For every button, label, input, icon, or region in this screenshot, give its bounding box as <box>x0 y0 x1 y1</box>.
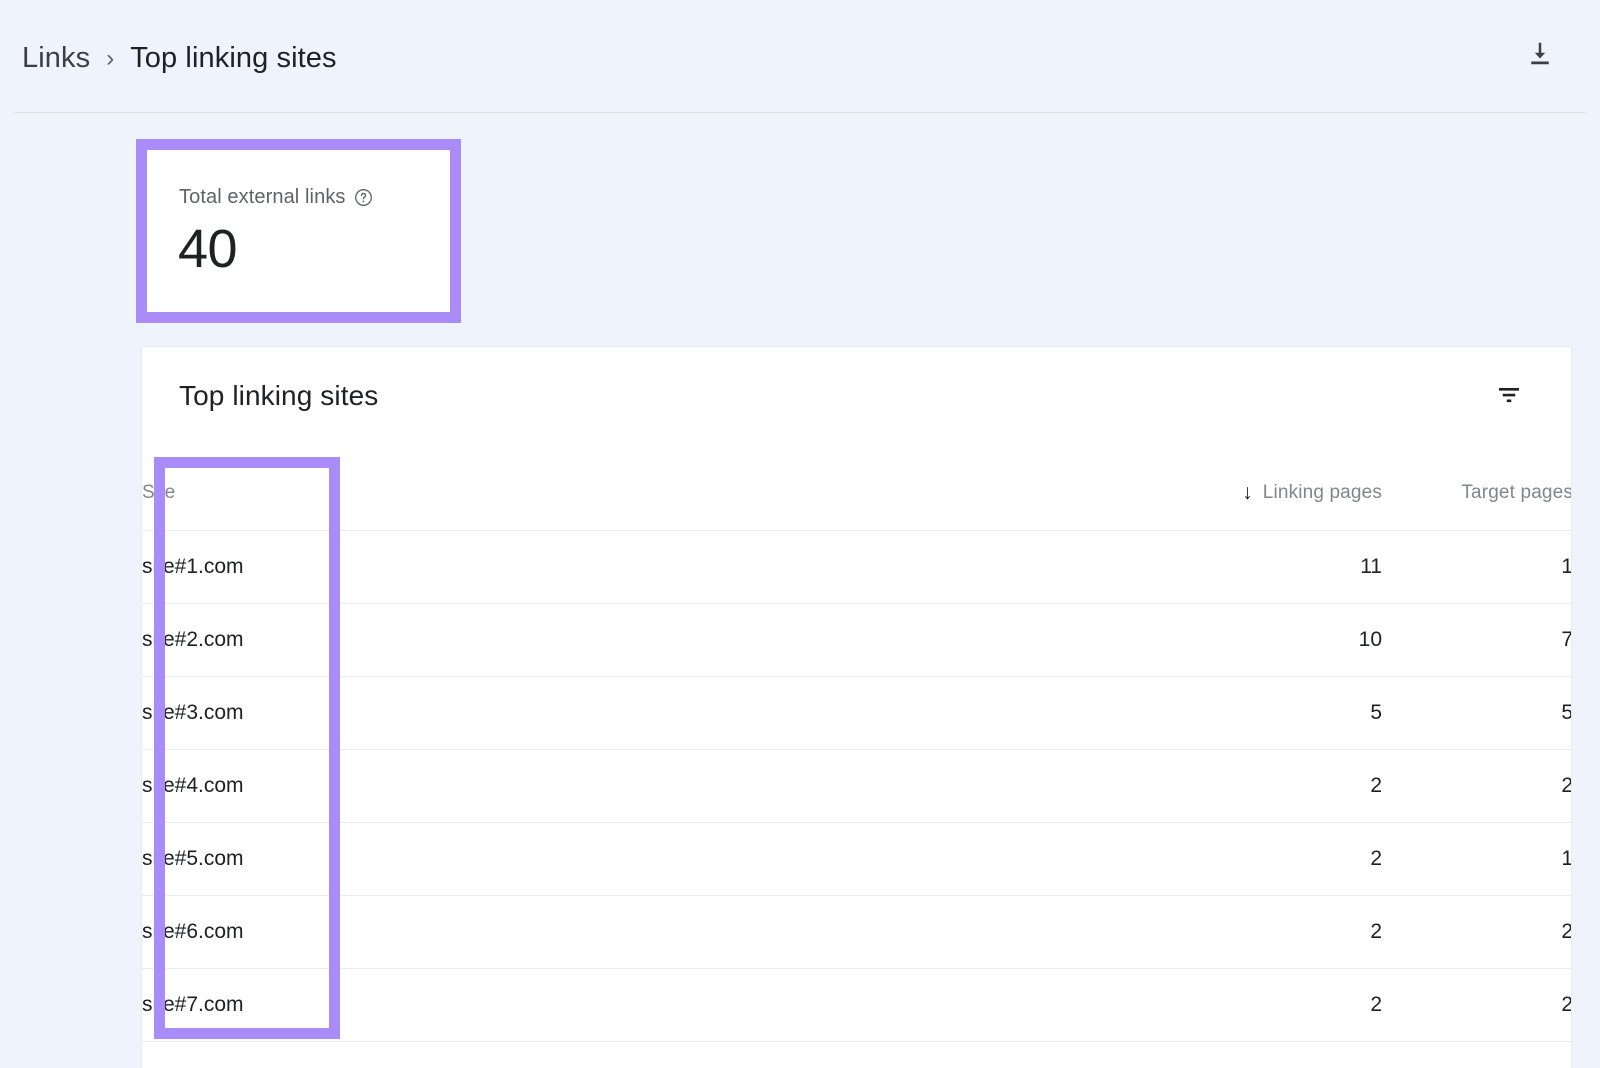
cell-linking-pages: 2 <box>1152 895 1382 968</box>
cell-site[interactable]: site#7.com <box>142 968 1152 1041</box>
cell-site[interactable]: site#6.com <box>142 895 1152 968</box>
cell-linking-pages: 2 <box>1152 749 1382 822</box>
cell-linking-pages: 2 <box>1152 968 1382 1041</box>
column-header-linking-pages-label: Linking pages <box>1263 482 1382 504</box>
sort-descending-icon: ↓ <box>1242 482 1253 503</box>
cell-site[interactable]: site#4.com <box>142 749 1152 822</box>
cell-target-pages: 1 <box>1382 822 1572 895</box>
cell-linking-pages: 2 <box>1152 822 1382 895</box>
top-linking-sites-table: Site ↓ Linking pages Target pages site#1… <box>142 457 1572 1042</box>
cell-target-pages: 2 <box>1382 749 1572 822</box>
table-row[interactable]: site#5.com21 <box>142 822 1572 895</box>
cell-site[interactable]: site#3.com <box>142 676 1152 749</box>
breadcrumb: Links › Top linking sites <box>22 42 337 75</box>
table-header-row: Site ↓ Linking pages Target pages <box>142 457 1572 530</box>
metric-label: Total external links <box>179 186 346 209</box>
table-row[interactable]: site#3.com55 <box>142 676 1572 749</box>
cell-target-pages: 2 <box>1382 895 1572 968</box>
table-title: Top linking sites <box>179 380 378 412</box>
help-circle-icon[interactable] <box>354 188 373 207</box>
cell-site[interactable]: site#5.com <box>142 822 1152 895</box>
cell-target-pages: 5 <box>1382 676 1572 749</box>
metric-label-row: Total external links <box>179 186 373 209</box>
column-header-linking-pages[interactable]: ↓ Linking pages <box>1152 457 1382 530</box>
table-row[interactable]: site#1.com111 <box>142 530 1572 603</box>
column-header-site-label: Site <box>142 482 175 503</box>
filter-icon <box>1494 380 1524 410</box>
total-external-links-card: Total external links 40 <box>147 150 450 312</box>
cell-site[interactable]: site#1.com <box>142 530 1152 603</box>
download-button[interactable] <box>1518 32 1562 76</box>
table-body: site#1.com111site#2.com107site#3.com55si… <box>142 530 1572 1041</box>
chevron-right-icon: › <box>106 47 114 71</box>
column-header-target-pages-label: Target pages <box>1461 482 1572 503</box>
cell-target-pages: 7 <box>1382 603 1572 676</box>
top-linking-sites-card: Top linking sites Site ↓ Linking pages <box>141 346 1572 1068</box>
cell-target-pages: 2 <box>1382 968 1572 1041</box>
page-title: Top linking sites <box>130 42 336 75</box>
breadcrumb-parent-link[interactable]: Links <box>22 42 90 75</box>
table-row[interactable]: site#7.com22 <box>142 968 1572 1041</box>
header-divider <box>14 112 1586 113</box>
cell-site[interactable]: site#2.com <box>142 603 1152 676</box>
cell-linking-pages: 5 <box>1152 676 1382 749</box>
table-row[interactable]: site#4.com22 <box>142 749 1572 822</box>
table-row[interactable]: site#6.com22 <box>142 895 1572 968</box>
table-row[interactable]: site#2.com107 <box>142 603 1572 676</box>
column-header-target-pages[interactable]: Target pages <box>1382 457 1572 530</box>
cell-linking-pages: 10 <box>1152 603 1382 676</box>
filter-button[interactable] <box>1489 375 1529 415</box>
download-icon <box>1525 39 1555 69</box>
table-card-header: Top linking sites <box>142 347 1571 457</box>
page-header: Links › Top linking sites <box>0 0 1600 113</box>
column-header-site[interactable]: Site <box>142 457 1152 530</box>
cell-linking-pages: 11 <box>1152 530 1382 603</box>
metric-value: 40 <box>178 218 237 280</box>
cell-target-pages: 1 <box>1382 530 1572 603</box>
